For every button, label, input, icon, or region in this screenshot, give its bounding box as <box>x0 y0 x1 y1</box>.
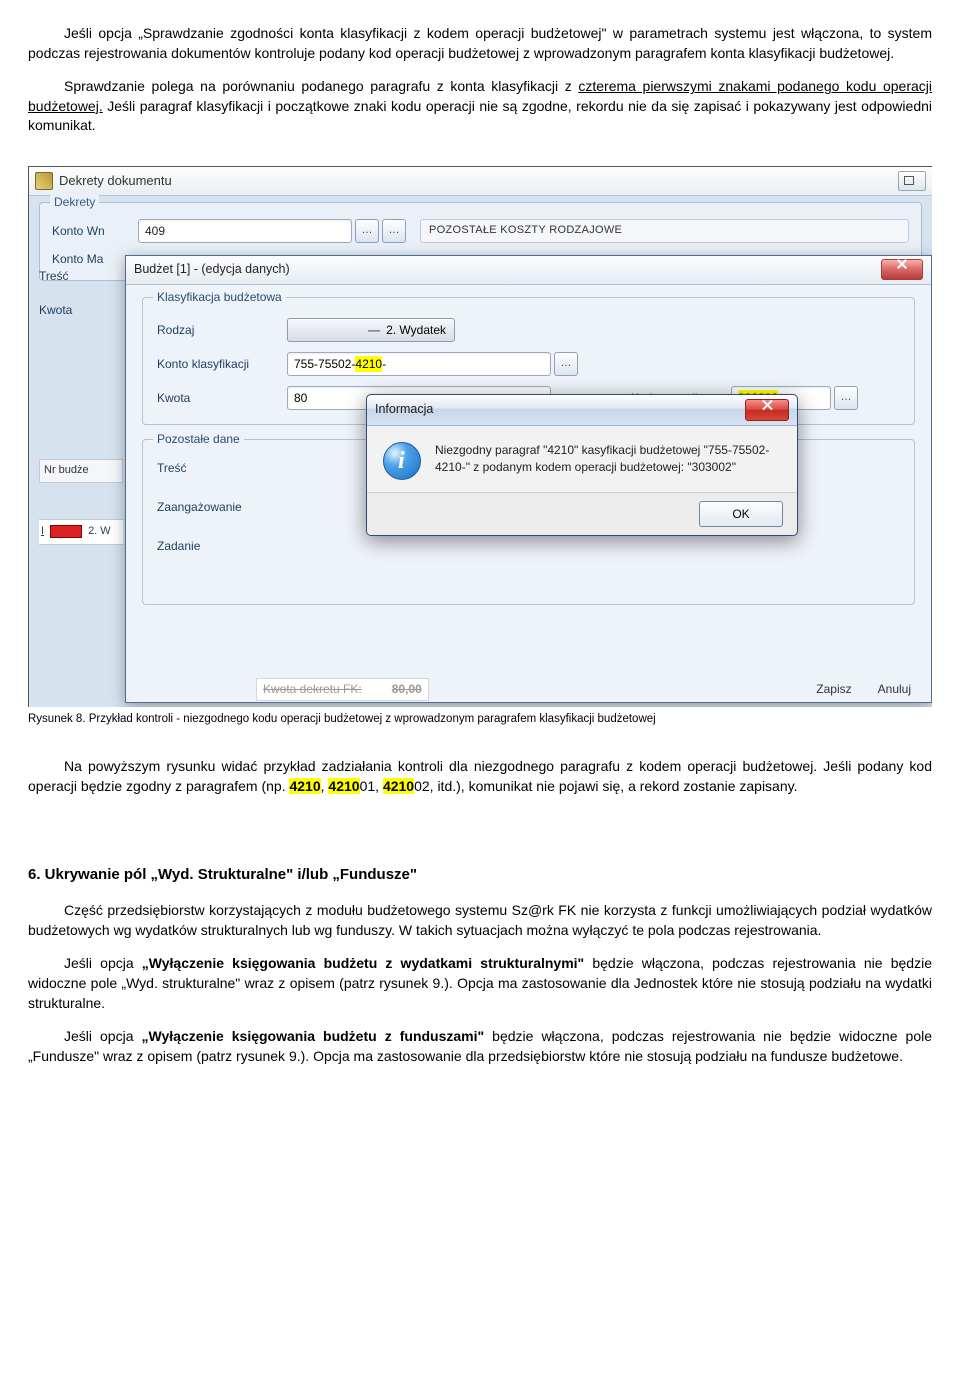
app-icon <box>35 172 53 190</box>
budzet-dialog: Budżet [1] - (edycja danych) Klasyfikacj… <box>125 255 932 703</box>
hl-4210-c: 4210 <box>383 778 414 794</box>
p6a: Jeśli opcja <box>64 1028 142 1044</box>
nrbudze-header: Nr budże <box>39 459 123 483</box>
left-background-fragments: Treść Kwota Nr budże I 2. W <box>39 259 123 545</box>
klasyfikacja-group-label: Klasyfikacja budżetowa <box>153 289 286 306</box>
p5-option-bold: „Wyłączenie księgowania budżetu z wydatk… <box>142 955 584 971</box>
red-bar-icon <box>50 525 82 538</box>
zapisz-button[interactable]: Zapisz <box>816 681 851 698</box>
budzet-title: Budżet [1] - (edycja danych) <box>134 261 290 279</box>
info-titlebar: Informacja <box>367 395 797 426</box>
konto-wn-browse-2[interactable]: … <box>382 219 406 243</box>
rodzaj-label: Rodzaj <box>157 322 287 339</box>
paragraph-intro-1: Jeśli opcja „Sprawdzanie zgodności konta… <box>28 24 932 63</box>
hl-4210-b: 4210 <box>328 778 359 794</box>
kontoklas-label: Konto klasyfikacji <box>157 356 287 373</box>
window-titlebar: Dekrety dokumentu <box>29 167 932 196</box>
konto-wn-input[interactable]: 409 <box>138 219 352 243</box>
info-close-button[interactable] <box>745 399 789 421</box>
bottom-kwota-strip: Kwota dekretu FK: 80,00 <box>256 678 429 701</box>
row-label: 2. W <box>88 524 111 539</box>
row-indicator: I <box>41 524 44 539</box>
pozostale-group-label: Pozostałe dane <box>153 431 244 448</box>
konto-wn-description: POZOSTAŁE KOSZTY RODZAJOWE <box>420 219 909 243</box>
kwota-label: Kwota <box>39 293 123 327</box>
info-message-text: Niezgodny paragraf "4210" kasyfikacji bu… <box>435 442 781 480</box>
dekrety-group-label: Dekrety <box>50 194 99 211</box>
paragraph-intro-2: Sprawdzanie polega na porównaniu podaneg… <box>28 77 932 136</box>
rodzaj-value: 2. Wydatek <box>386 322 446 339</box>
hl-4210-a: 4210 <box>289 778 320 794</box>
poz-tresc-label: Treść <box>157 460 287 477</box>
p2a: Sprawdzanie polega na porównaniu podaneg… <box>64 78 578 94</box>
kwota2-label: Kwota <box>157 390 287 407</box>
window-title: Dekrety dokumentu <box>59 172 172 190</box>
kwota-value: 80 <box>294 390 307 407</box>
kodop-browse[interactable]: … <box>834 386 858 410</box>
restore-button[interactable] <box>898 171 926 191</box>
konto-wn-browse-1[interactable]: … <box>355 219 379 243</box>
info-messagebox: Informacja Niezgodny paragraf "4210" kas… <box>366 394 798 536</box>
rodzaj-select[interactable]: — 2. Wydatek <box>287 318 455 342</box>
section6-para2: Jeśli opcja „Wyłączenie księgowania budż… <box>28 954 932 1013</box>
figure-caption: Rysunek 8. Przykład kontroli - niezgodne… <box>28 711 932 727</box>
rodzaj-handle-icon: — <box>368 322 386 339</box>
p5a: Jeśli opcja <box>64 955 142 971</box>
kontoklas-pre: 755-75502- <box>294 356 355 373</box>
p3c: 01, <box>360 778 383 794</box>
kontoklas-browse[interactable]: … <box>554 352 578 376</box>
info-icon <box>383 442 421 480</box>
anuluj-button[interactable]: Anuluj <box>878 681 911 698</box>
poz-zadanie-label: Zadanie <box>157 538 287 555</box>
paragraph-after-fig: Na powyższym rysunku widać przykład zadz… <box>28 757 932 796</box>
kontoklas-highlight: 4210 <box>355 356 382 373</box>
p3d: 02, itd.), komunikat nie pojawi się, a r… <box>414 778 797 794</box>
section6-para3: Jeśli opcja „Wyłączenie księgowania budż… <box>28 1027 932 1066</box>
poz-zaang-label: Zaangażowanie <box>157 499 287 516</box>
info-title: Informacja <box>375 401 433 419</box>
kontoklas-suf: - <box>382 356 386 373</box>
bottom-kwota-label: Kwota dekretu FK: <box>263 681 362 698</box>
screenshot-figure: Dekrety dokumentu Dekrety Konto Wn 409 …… <box>28 166 932 707</box>
budzet-close-button[interactable] <box>881 259 923 280</box>
kontoklas-input[interactable]: 755-75502-4210- <box>287 352 551 376</box>
section-6-heading: 6. Ukrywanie pól „Wyd. Strukturalne" i/l… <box>28 864 932 885</box>
p2b: Jeśli paragraf klasyfikacji i początkowe… <box>28 98 932 134</box>
budzet-titlebar: Budżet [1] - (edycja danych) <box>126 256 931 285</box>
bottom-kwota-value: 80,00 <box>392 681 422 698</box>
p6-option-bold: „Wyłączenie księgowania budżetu z fundus… <box>142 1028 485 1044</box>
ok-button[interactable]: OK <box>699 501 783 527</box>
tresc-label: Treść <box>39 259 123 293</box>
konto-wn-label: Konto Wn <box>52 223 138 240</box>
selected-row-fragment[interactable]: I 2. W <box>39 519 123 545</box>
section6-para1: Część przedsiębiorstw korzystających z m… <box>28 901 932 940</box>
